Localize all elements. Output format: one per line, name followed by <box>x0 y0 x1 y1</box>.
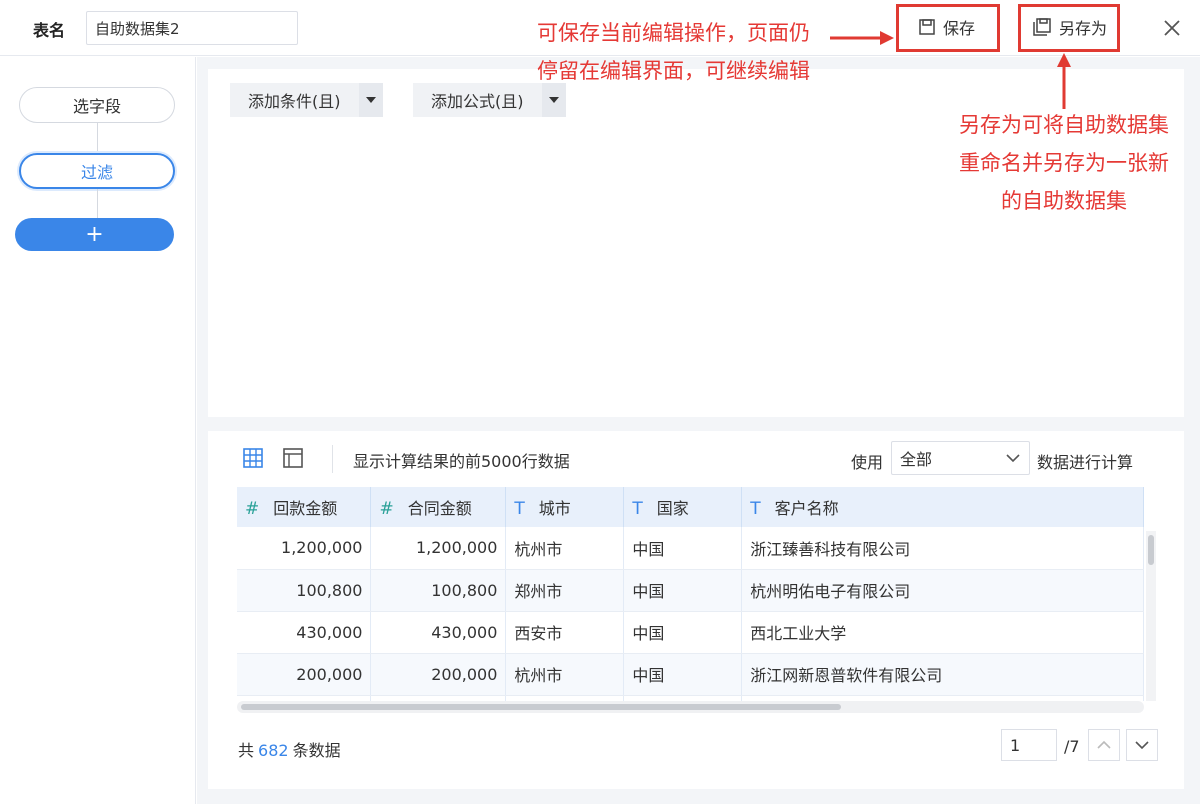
save-as-annotation: 另存为可将自助数据集 重命名并另存为一张新 的自助数据集 <box>948 106 1180 220</box>
table-cell: 430,000 <box>237 611 372 654</box>
column-name: 国家 <box>656 499 689 518</box>
text-type-icon: T <box>514 499 525 519</box>
add-condition-chip: 添加条件(且) <box>230 83 383 117</box>
data-preview-table: # 回款金额 # 合同金额 T 城市 T 国家 T 客户名称 1,200,000 1,20… <box>237 487 1144 701</box>
column-name: 回款金额 <box>273 499 338 518</box>
number-type-icon: # <box>379 499 394 519</box>
total-count: 共 682 条数据 <box>238 737 341 761</box>
step-filter[interactable]: 过滤 <box>19 153 175 189</box>
arrow-to-save-as-icon <box>1057 53 1071 109</box>
table-cell: 郑州市 <box>505 569 625 612</box>
table-cell: 西北工业大学 <box>741 611 1144 654</box>
chevron-down-icon <box>1006 454 1020 463</box>
prev-page-button[interactable] <box>1088 729 1120 761</box>
table-cell: 200,000 <box>370 653 507 696</box>
save-as-highlight-box <box>1018 4 1120 52</box>
calc-scope-value: 全部 <box>900 450 933 469</box>
add-formula-button[interactable]: 添加公式(且) <box>413 83 542 117</box>
column-header[interactable]: # 回款金额 <box>237 487 372 527</box>
table-cell: 中国 <box>623 569 743 612</box>
caret-down-icon <box>365 97 376 103</box>
arrow-to-save-icon <box>830 31 894 45</box>
table-cell: 浙江臻善科技有限公司 <box>741 527 1144 570</box>
annotation-line: 重命名并另存为一张新 <box>959 151 1169 175</box>
chevron-down-icon <box>1135 741 1149 750</box>
calc-scope-select[interactable]: 全部 <box>891 441 1030 475</box>
use-label: 使用 <box>851 453 884 472</box>
step-label: 过滤 <box>80 163 113 182</box>
step-connector <box>97 123 98 153</box>
caret-down-icon <box>548 97 559 103</box>
annotation-line: 停留在编辑界面，可继续编辑 <box>537 59 810 83</box>
column-name: 客户名称 <box>774 499 839 518</box>
table-row[interactable]: 200,000 200,000 杭州市 中国 浙江网新恩普软件有限公司 <box>237 653 1144 696</box>
annotation-line: 的自助数据集 <box>1001 189 1127 213</box>
column-header[interactable]: T 城市 <box>505 487 625 527</box>
step-select-fields[interactable]: 选字段 <box>19 87 175 123</box>
page-number-input[interactable]: 1 <box>1001 729 1057 761</box>
layout-view-icon[interactable] <box>281 446 305 470</box>
table-header-row: # 回款金额 # 合同金额 T 城市 T 国家 T 客户名称 <box>237 487 1144 527</box>
page-total: /7 <box>1064 737 1080 756</box>
column-name: 合同金额 <box>407 499 472 518</box>
column-name: 城市 <box>538 499 571 518</box>
vertical-scrollbar-thumb[interactable] <box>1148 535 1154 565</box>
table-cell: 西安市 <box>505 611 625 654</box>
text-type-icon: T <box>632 499 643 519</box>
table-cell: 100,800 <box>237 569 372 612</box>
step-label: 选字段 <box>72 97 121 116</box>
calc-scope-suffix: 数据进行计算 <box>1037 453 1134 472</box>
step-connector <box>97 189 98 218</box>
total-prefix: 共 <box>238 741 255 760</box>
row-limit-hint: 显示计算结果的前5000行数据 <box>353 452 570 471</box>
table-cell: 中国 <box>623 611 743 654</box>
save-annotation: 可保存当前编辑操作，页面仍 停留在编辑界面，可继续编辑 <box>537 14 837 90</box>
table-cell: 中国 <box>623 527 743 570</box>
column-header[interactable]: # 合同金额 <box>370 487 507 527</box>
table-row[interactable]: 100,800 100,800 郑州市 中国 杭州明佑电子有限公司 <box>237 569 1144 612</box>
total-suffix: 条数据 <box>292 741 341 760</box>
number-type-icon: # <box>245 499 260 519</box>
table-row[interactable]: 1,200,000 1,200,000 杭州市 中国 浙江臻善科技有限公司 <box>237 527 1144 570</box>
table-cell: 中国 <box>623 653 743 696</box>
table-row[interactable]: 430,000 430,000 西安市 中国 西北工业大学 <box>237 611 1144 654</box>
annotation-line: 另存为可将自助数据集 <box>959 113 1169 137</box>
total-count-number: 682 <box>258 741 289 760</box>
table-cell: 杭州市 <box>505 527 625 570</box>
close-icon[interactable] <box>1160 16 1184 40</box>
table-cell: 浙江网新恩普软件有限公司 <box>741 653 1144 696</box>
column-header[interactable]: T 客户名称 <box>741 487 1144 527</box>
table-name-label: 表名 <box>33 21 66 40</box>
table-cell: 100,800 <box>370 569 507 612</box>
add-condition-button[interactable]: 添加条件(且) <box>230 83 359 117</box>
grid-view-icon[interactable] <box>241 446 265 470</box>
horizontal-scrollbar-thumb[interactable] <box>241 704 841 710</box>
save-highlight-box <box>896 4 1000 52</box>
next-page-button[interactable] <box>1126 729 1158 761</box>
column-header[interactable]: T 国家 <box>623 487 743 527</box>
table-cell: 1,200,000 <box>370 527 507 570</box>
add-condition-dropdown[interactable] <box>358 83 383 117</box>
table-name-input[interactable] <box>86 11 298 45</box>
toolbar-divider <box>332 445 333 473</box>
table-cell: 杭州明佑电子有限公司 <box>741 569 1144 612</box>
text-type-icon: T <box>750 499 761 519</box>
table-cell: 200,000 <box>237 653 372 696</box>
table-cell: 杭州市 <box>505 653 625 696</box>
chevron-up-icon <box>1097 740 1111 749</box>
table-cell: 430,000 <box>370 611 507 654</box>
result-panel: 显示计算结果的前5000行数据 使用 全部 数据进行计算 # 回款金额 # 合同金额… <box>208 431 1184 789</box>
table-cell: 1,200,000 <box>237 527 372 570</box>
add-step-button[interactable]: + <box>15 218 174 251</box>
annotation-line: 可保存当前编辑操作，页面仍 <box>537 21 810 45</box>
step-sidebar: 选字段 过滤 + <box>0 57 196 804</box>
